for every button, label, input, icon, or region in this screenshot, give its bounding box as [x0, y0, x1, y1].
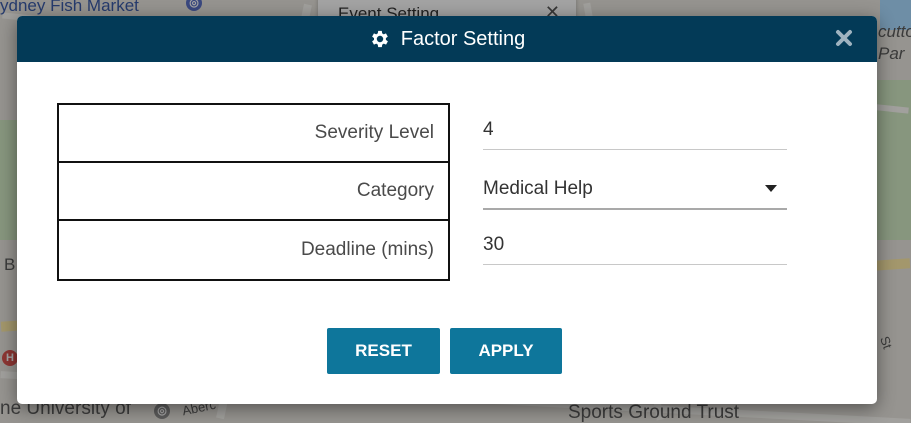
modal-header: Factor Setting: [17, 16, 877, 62]
apply-button[interactable]: APPLY: [450, 328, 562, 374]
severity-level-label: Severity Level: [59, 105, 448, 163]
chevron-down-icon[interactable]: [765, 185, 777, 192]
deadline-label: Deadline (mins): [300, 239, 434, 260]
close-icon[interactable]: [833, 27, 855, 49]
category-label: Category: [59, 163, 448, 221]
modal-title-group: Factor Setting: [17, 16, 877, 62]
factor-label-table: Severity Level Category Deadline (mins): [57, 103, 450, 281]
category-select-value: Medical Help: [483, 178, 593, 199]
reset-button[interactable]: RESET: [327, 328, 440, 374]
severity-level-input[interactable]: [483, 119, 753, 141]
deadline-input[interactable]: [483, 234, 753, 256]
factor-setting-modal: Factor Setting Severity Level Category D…: [17, 16, 877, 404]
category-select[interactable]: Medical Help: [483, 168, 787, 210]
gear-icon: [371, 30, 388, 48]
severity-level-field: [483, 109, 787, 150]
modal-title: Factor Setting: [400, 27, 526, 50]
deadline-field: [483, 224, 787, 265]
